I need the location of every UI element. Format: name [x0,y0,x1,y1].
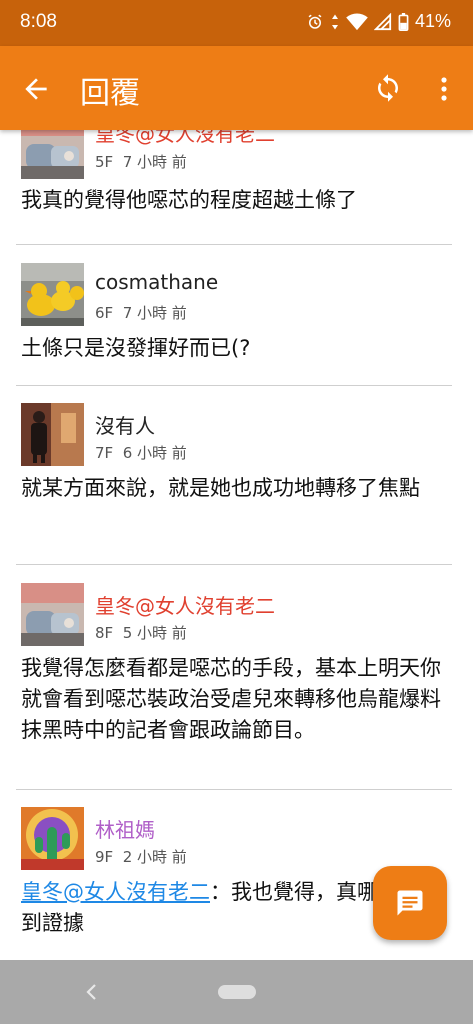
reply-item[interactable]: 皇冬@女人沒有老二 8F 5 小時 前 我覺得怎麼看都是噁芯的手段，基本上明天你… [0,580,473,785]
mention-link[interactable]: 皇冬@女人沒有老二 [21,880,210,904]
signal-icon [373,12,392,30]
divider [16,789,452,790]
divider [16,564,452,565]
reply-meta: 9F 2 小時 前 [95,846,187,867]
reply-floor: 8F [95,624,114,642]
reply-time: 7 小時 前 [122,304,187,322]
reply-floor: 6F [95,304,114,322]
reply-item[interactable]: 皇冬@女人沒有老二 5F 7 小時 前 我真的覺得他噁芯的程度超越土條了 [0,130,473,245]
reply-author[interactable]: cosmathane [95,270,218,294]
data-arrows-icon [331,14,338,29]
reply-body: 我覺得怎麼看都是噁芯的手段，基本上明天你就會看到噁芯裝政治受虐兒來轉移他烏龍爆料… [21,656,441,742]
status-bar: 8:08 41% [0,0,473,46]
avatar[interactable] [21,403,84,466]
reply-fab-button[interactable] [373,866,447,940]
reply-time: 2 小時 前 [122,848,187,866]
reply-author[interactable]: 沒有人 [95,410,155,439]
reply-body: 土條只是沒發揮好而已(? [21,336,251,360]
more-options-button[interactable] [432,73,456,105]
reply-floor: 7F [95,444,114,462]
reply-meta: 7F 6 小時 前 [95,442,187,463]
reply-meta: 6F 7 小時 前 [95,302,187,323]
arrow-left-icon [25,78,47,100]
reply-time: 7 小時 前 [122,153,187,171]
divider [16,385,452,386]
avatar[interactable] [21,130,84,179]
reply-author[interactable]: 林祖媽 [95,814,155,843]
refresh-icon [378,74,398,102]
page-title: 回覆 [80,76,140,111]
reply-floor: 9F [95,848,114,866]
back-button[interactable] [20,73,52,105]
divider [16,244,452,245]
app-bar: 回覆 [0,46,473,130]
refresh-button[interactable] [373,73,405,105]
reply-meta: 8F 5 小時 前 [95,622,187,643]
reply-floor: 5F [95,153,114,171]
avatar[interactable] [21,263,84,326]
avatar[interactable] [21,583,84,646]
reply-body: 就某方面來說，就是她也成功地轉移了焦點 [21,476,420,500]
reply-item[interactable]: cosmathane 6F 7 小時 前 土條只是沒發揮好而已(? [0,260,473,384]
wifi-icon [346,12,368,30]
battery-icon [398,12,409,31]
reply-item[interactable]: 沒有人 7F 6 小時 前 就某方面來說，就是她也成功地轉移了焦點 [0,400,473,565]
reply-author[interactable]: 皇冬@女人沒有老二 [95,130,275,147]
status-time: 8:08 [20,11,57,32]
reply-time: 6 小時 前 [122,444,187,462]
more-vert-icon [441,77,447,101]
reply-time: 5 小時 前 [122,624,187,642]
reply-list[interactable]: 皇冬@女人沒有老二 5F 7 小時 前 我真的覺得他噁芯的程度超越土條了 cos… [0,130,473,960]
chevron-left-icon [86,984,96,1000]
reply-author[interactable]: 皇冬@女人沒有老二 [95,590,275,619]
nav-home-pill[interactable] [218,985,256,999]
reply-body: 我真的覺得他噁芯的程度超越土條了 [21,188,357,212]
battery-percent: 41% [414,11,451,31]
status-icons: 41% [306,11,451,32]
system-nav-bar [0,960,473,1024]
nav-back-button[interactable] [82,980,102,1004]
alarm-icon [308,14,322,29]
comment-icon [397,890,423,916]
reply-meta: 5F 7 小時 前 [95,151,187,172]
avatar[interactable] [21,807,84,870]
